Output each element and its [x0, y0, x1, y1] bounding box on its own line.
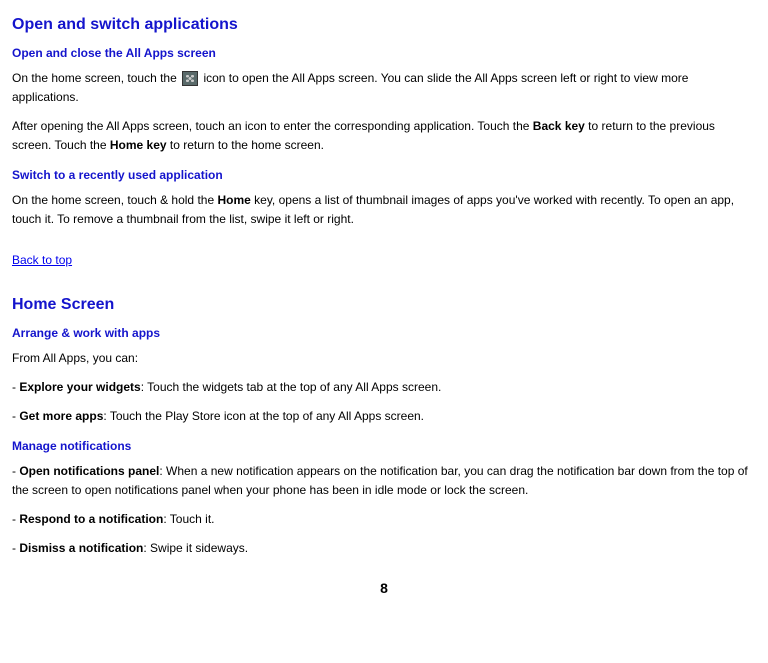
subsection-title-manage-notifications: Manage notifications — [12, 437, 756, 456]
paragraph: After opening the All Apps screen, touch… — [12, 117, 756, 155]
list-item: - Dismiss a notification: Swipe it sidew… — [12, 539, 756, 558]
list-item: - Explore your widgets: Touch the widget… — [12, 378, 756, 397]
bold-text: Home key — [110, 138, 167, 152]
text: : Touch it. — [163, 512, 214, 526]
paragraph: From All Apps, you can: — [12, 349, 756, 368]
back-to-top-link[interactable]: Back to top — [12, 251, 72, 270]
text: After opening the All Apps screen, touch… — [12, 119, 533, 133]
text: : Swipe it sideways. — [143, 541, 248, 555]
paragraph: On the home screen, touch the icon to op… — [12, 69, 756, 107]
section-title-open-switch: Open and switch applications — [12, 12, 756, 38]
bold-text: Get more apps — [19, 409, 103, 423]
bold-text: Back key — [533, 119, 585, 133]
text: to return to the home screen. — [167, 138, 324, 152]
list-item: - Respond to a notification: Touch it. — [12, 510, 756, 529]
text: : Touch the Play Store icon at the top o… — [103, 409, 424, 423]
page-number: 8 — [12, 577, 756, 599]
text: On the home screen, touch the — [12, 71, 180, 85]
all-apps-icon — [182, 71, 198, 86]
subsection-title-arrange-apps: Arrange & work with apps — [12, 324, 756, 343]
bold-text: Dismiss a notification — [19, 541, 143, 555]
section-title-home-screen: Home Screen — [12, 292, 756, 318]
subsection-title-open-close: Open and close the All Apps screen — [12, 44, 756, 63]
paragraph: On the home screen, touch & hold the Hom… — [12, 191, 756, 229]
bold-text: Open notifications panel — [19, 464, 159, 478]
bold-text: Respond to a notification — [19, 512, 163, 526]
subsection-title-switch-recent: Switch to a recently used application — [12, 166, 756, 185]
bold-text: Explore your widgets — [19, 380, 140, 394]
bold-text: Home — [217, 193, 250, 207]
text: On the home screen, touch & hold the — [12, 193, 217, 207]
text: : Touch the widgets tab at the top of an… — [141, 380, 442, 394]
list-item: - Open notifications panel: When a new n… — [12, 462, 756, 500]
list-item: - Get more apps: Touch the Play Store ic… — [12, 407, 756, 426]
